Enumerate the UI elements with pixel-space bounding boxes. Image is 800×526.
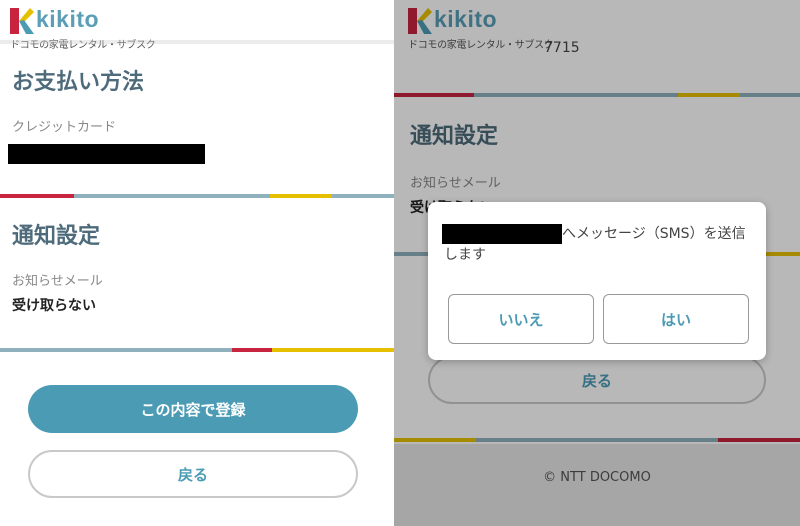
back-button[interactable]: 戻る [28, 450, 358, 498]
card-label: クレジットカード [12, 120, 117, 135]
registration-confirm-screen: kikito ドコモの家電レンタル・サブスク お支払い方法 クレジットカード 通… [0, 0, 394, 526]
header-divider [0, 40, 394, 44]
email-label: お知らせメール [12, 274, 103, 289]
email-value: 受け取らない [12, 298, 96, 314]
section-divider [0, 194, 394, 198]
sms-confirm-dialog: へメッセージ（SMS）を送信します いいえ はい [428, 202, 766, 360]
kikito-logo-mark-icon [10, 8, 34, 34]
dialog-yes-button[interactable]: はい [603, 294, 749, 344]
dialog-no-button[interactable]: いいえ [448, 294, 594, 344]
submit-button[interactable]: この内容で登録 [28, 385, 358, 433]
notification-heading: 通知設定 [12, 224, 101, 249]
dialog-message: へメッセージ（SMS）を送信します [444, 224, 754, 266]
section-divider [0, 348, 394, 352]
payment-heading: お支払い方法 [12, 70, 145, 95]
brand-name: kikito [36, 6, 100, 32]
sms-confirm-screen: kikito ドコモの家電レンタル・サブスク 7715 通知設定 お知らせメール… [394, 0, 800, 526]
dialog-message-text: へメッセージ（SMS）を送信します [444, 226, 746, 263]
redacted-card-number [8, 144, 205, 164]
